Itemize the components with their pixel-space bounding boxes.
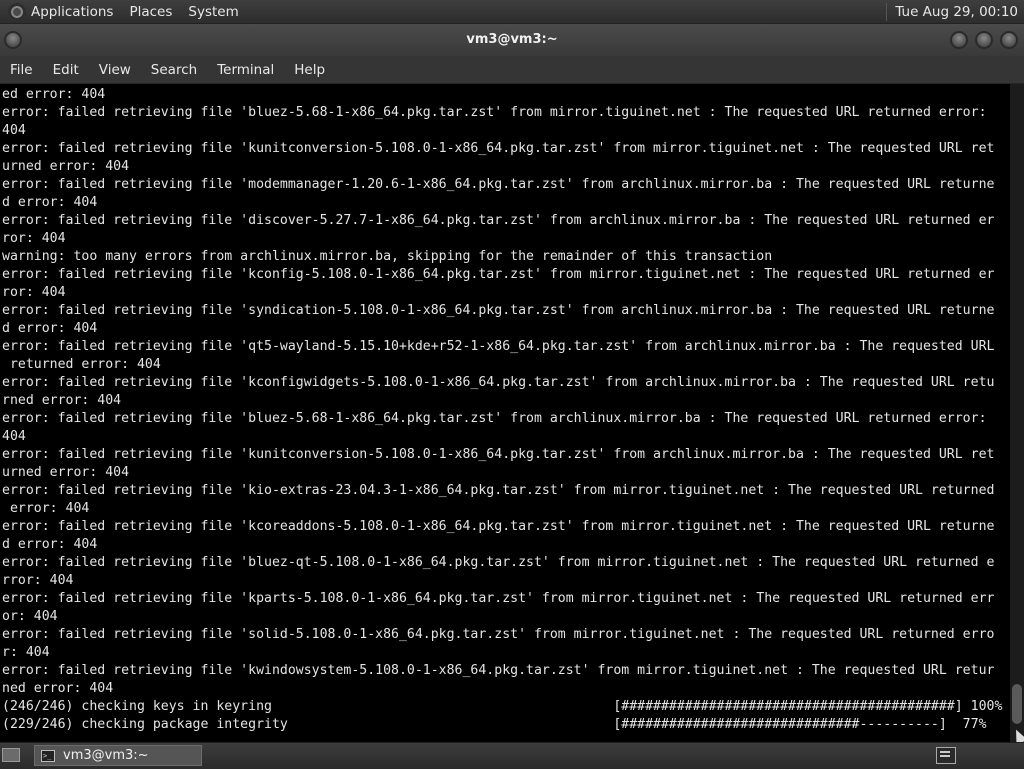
menu-view[interactable]: View — [89, 62, 141, 78]
terminal-line: error: failed retrieving file 'solid-5.1… — [2, 627, 995, 642]
menu-file[interactable]: File — [0, 62, 43, 78]
terminal-line: error: failed retrieving file 'kunitconv… — [2, 447, 995, 462]
menu-terminal[interactable]: Terminal — [207, 62, 284, 78]
window-title: vm3@vm3:~ — [466, 32, 558, 47]
bottom-panel: >_ vm3@vm3:~ — [0, 742, 1024, 769]
terminal-line: error: failed retrieving file 'bluez-5.6… — [2, 105, 987, 120]
taskbar-window-button[interactable]: >_ vm3@vm3:~ — [34, 745, 202, 766]
terminal-line: 404 — [2, 123, 26, 138]
show-desktop-icon[interactable] — [2, 748, 20, 762]
terminal-line: warning: too many errors from archlinux.… — [2, 249, 773, 264]
window-menu-icon[interactable] — [4, 31, 22, 49]
scrollbar[interactable] — [1010, 84, 1024, 742]
menu-bar: File Edit View Search Terminal Help — [0, 56, 1024, 84]
terminal-output[interactable]: ed error: 404 error: failed retrieving fi… — [0, 84, 1010, 742]
terminal-line: error: failed retrieving file 'kparts-5.… — [2, 591, 995, 606]
terminal-line: ned error: 404 — [2, 681, 114, 696]
terminal-line: rned error: 404 — [2, 393, 122, 408]
maximize-icon[interactable] — [975, 31, 993, 49]
terminal-line: returned error: 404 — [2, 357, 161, 372]
terminal-line: error: failed retrieving file 'kunitconv… — [2, 141, 995, 156]
distro-logo-icon[interactable] — [8, 2, 26, 21]
window-title-bar[interactable]: vm3@vm3:~ — [0, 24, 1024, 56]
terminal-line: error: failed retrieving file 'kwindowsy… — [2, 663, 995, 678]
terminal-line: r: 404 — [2, 645, 50, 660]
terminal-line: (246/246) checking keys in keyring [####… — [2, 699, 1003, 714]
taskbar-window-label: vm3@vm3:~ — [63, 748, 149, 763]
terminal-line: or: 404 — [2, 609, 58, 624]
menu-edit[interactable]: Edit — [43, 62, 89, 78]
terminal-line: (229/246) checking package integrity [##… — [2, 717, 987, 732]
terminal-line: error: failed retrieving file 'discover-… — [2, 213, 995, 228]
terminal-line: error: failed retrieving file 'qt5-wayla… — [2, 339, 995, 354]
terminal-line: ror: 404 — [2, 231, 66, 246]
terminal-line: error: failed retrieving file 'kconfig-5… — [2, 267, 995, 282]
close-icon[interactable] — [1000, 31, 1018, 49]
menu-places[interactable]: Places — [129, 4, 172, 20]
terminal-line: error: failed retrieving file 'bluez-5.6… — [2, 411, 987, 426]
menu-system[interactable]: System — [188, 4, 238, 20]
minimize-icon[interactable] — [950, 31, 968, 49]
terminal-line: error: failed retrieving file 'kconfigwi… — [2, 375, 995, 390]
terminal-line: 404 — [2, 429, 26, 444]
menu-applications[interactable]: Applications — [31, 4, 113, 20]
top-panel: Applications Places System Tue Aug 29, 0… — [0, 0, 1024, 24]
terminal-line: error: failed retrieving file 'kio-extra… — [2, 483, 995, 498]
menu-help[interactable]: Help — [284, 62, 335, 78]
terminal-line: error: failed retrieving file 'bluez-qt-… — [2, 555, 995, 570]
terminal-line: urned error: 404 — [2, 465, 130, 480]
terminal-line: d error: 404 — [2, 195, 98, 210]
scrollbar-thumb[interactable] — [1012, 684, 1022, 724]
terminal-line: error: failed retrieving file 'modemmana… — [2, 177, 995, 192]
terminal-line: d error: 404 — [2, 537, 98, 552]
terminal-line: rror: 404 — [2, 573, 74, 588]
clock[interactable]: Tue Aug 29, 00:10 — [895, 4, 1024, 20]
terminal-icon: >_ — [41, 749, 55, 762]
panel-separator — [886, 2, 888, 21]
terminal-line: ror: 404 — [2, 285, 66, 300]
menu-search[interactable]: Search — [141, 62, 207, 78]
terminal-line: ed error: 404 — [2, 87, 106, 102]
terminal-line: error: failed retrieving file 'kcoreaddo… — [2, 519, 995, 534]
workspace-switcher-icon[interactable] — [936, 747, 956, 764]
terminal-line: urned error: 404 — [2, 159, 130, 174]
terminal-line: d error: 404 — [2, 321, 98, 336]
terminal-text: ed error: 404 error: failed retrieving fi… — [0, 84, 1010, 734]
terminal-line: error: 404 — [2, 501, 90, 516]
terminal-line: error: failed retrieving file 'syndicati… — [2, 303, 995, 318]
